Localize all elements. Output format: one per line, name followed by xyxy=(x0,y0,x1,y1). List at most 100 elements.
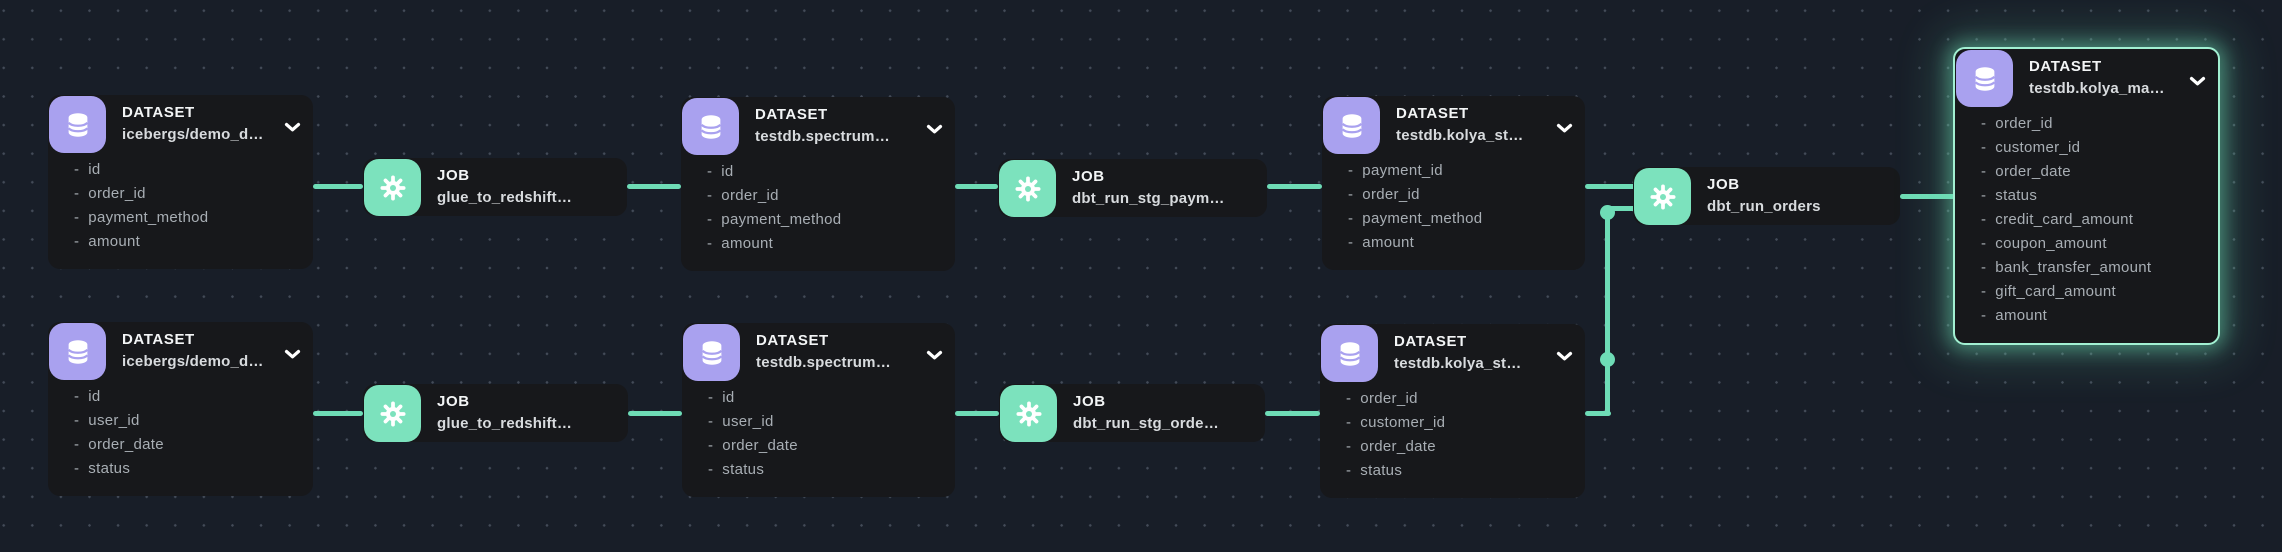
node-name: testdb.spectrum… xyxy=(755,127,917,147)
field-name: status xyxy=(722,458,764,482)
field-name: order_id xyxy=(88,182,145,206)
edge-connector xyxy=(627,184,681,189)
chevron-down-icon[interactable] xyxy=(926,124,943,135)
dataset-node-testdb-spectrum-orders[interactable]: DATASET testdb.spectrum… -id -user_id -o… xyxy=(682,323,955,497)
field-item: -customer_id xyxy=(1346,411,1571,435)
field-item: -order_date xyxy=(74,433,299,457)
field-item: -status xyxy=(1981,184,2204,208)
node-name: icebergs/demo_d… xyxy=(122,125,275,145)
field-item: -status xyxy=(74,457,299,481)
node-kind-label: JOB xyxy=(437,393,590,410)
field-item: -payment_method xyxy=(74,206,299,230)
gear-icon xyxy=(1000,385,1057,442)
database-icon xyxy=(682,98,739,155)
node-kind-label: DATASET xyxy=(1394,333,1547,350)
field-bullet: - xyxy=(1981,184,1986,208)
field-item: -id xyxy=(74,158,299,182)
field-bullet: - xyxy=(74,158,79,182)
gear-icon xyxy=(999,160,1056,217)
field-bullet: - xyxy=(74,182,79,206)
chevron-down-icon[interactable] xyxy=(284,349,301,360)
field-name: amount xyxy=(1362,231,1414,255)
field-list: -id -user_id -order_date - status xyxy=(682,386,955,497)
database-icon xyxy=(1956,50,2013,107)
field-name: amount xyxy=(1995,304,2047,328)
dataset-node-testdb-kolya-stg-orders[interactable]: DATASET testdb.kolya_st… -order_id -cust… xyxy=(1320,324,1585,498)
field-item: -amount xyxy=(1348,231,1571,255)
field-item: -payment_id xyxy=(1348,159,1571,183)
field-bullet: - xyxy=(74,409,79,433)
node-kind-label: DATASET xyxy=(122,104,275,121)
field-item: -order_date xyxy=(708,434,941,458)
dataset-node-testdb-spectrum-payments[interactable]: DATASET testdb.spectrum… -id -order_id -… xyxy=(681,97,955,271)
field-bullet: - xyxy=(1346,387,1351,411)
dataset-node-icebergs-demo-payments[interactable]: DATASET icebergs/demo_d… -id -order_id -… xyxy=(48,95,313,269)
chevron-down-icon[interactable] xyxy=(2189,76,2206,87)
field-bullet: - xyxy=(1981,256,1986,280)
dataset-node-testdb-kolya-marts-orders[interactable]: DATASET testdb.kolya_ma… -order_id -cust… xyxy=(1953,47,2220,345)
field-item: -payment_method xyxy=(707,208,941,232)
field-item: -order_date xyxy=(1981,160,2204,184)
field-bullet: - xyxy=(1346,459,1351,483)
chevron-down-icon[interactable] xyxy=(1556,351,1573,362)
job-node-glue-to-redshift-payments[interactable]: JOB glue_to_redshift… xyxy=(363,158,627,216)
field-name: id xyxy=(88,158,100,182)
field-item: -order_id xyxy=(1348,183,1571,207)
field-list: -id -order_id -payment_method -amount xyxy=(48,158,313,269)
field-item: -order_id xyxy=(74,182,299,206)
node-name: testdb.kolya_st… xyxy=(1394,354,1547,374)
field-bullet: - xyxy=(707,160,712,184)
field-item: -id xyxy=(74,385,299,409)
field-item: -user_id xyxy=(708,410,941,434)
job-node-glue-to-redshift-orders[interactable]: JOB glue_to_redshift… xyxy=(363,384,628,442)
field-item: -status xyxy=(1346,459,1571,483)
field-name: payment_id xyxy=(1362,159,1443,183)
field-name: order_date xyxy=(722,434,798,458)
job-node-dbt-run-stg-payments[interactable]: JOB dbt_run_stg_paym… xyxy=(998,159,1267,217)
field-name: bank_transfer_amount xyxy=(1995,256,2151,280)
field-bullet: - xyxy=(1981,136,1986,160)
database-icon xyxy=(1321,325,1378,382)
node-kind-label: DATASET xyxy=(756,332,917,349)
chevron-down-icon[interactable] xyxy=(926,350,943,361)
node-name: glue_to_redshift… xyxy=(437,188,589,208)
field-name: payment_method xyxy=(1362,207,1482,231)
field-bullet: - xyxy=(1348,207,1353,231)
chevron-down-icon[interactable] xyxy=(284,122,301,133)
field-name: customer_id xyxy=(1995,136,2080,160)
field-bullet: - xyxy=(1981,232,1986,256)
gear-icon xyxy=(364,385,421,442)
gear-icon xyxy=(364,159,421,216)
edge-connector xyxy=(313,184,363,189)
database-icon xyxy=(49,96,106,153)
node-name: glue_to_redshift… xyxy=(437,414,590,434)
field-item: -user_id xyxy=(74,409,299,433)
field-bullet: - xyxy=(1981,160,1986,184)
node-name: dbt_run_stg_paym… xyxy=(1072,189,1229,209)
field-name: order_id xyxy=(1360,387,1417,411)
database-icon xyxy=(683,324,740,381)
edge-connector xyxy=(955,184,998,189)
field-list: -order_id -customer_id -order_date -stat… xyxy=(1320,387,1585,498)
field-bullet: - xyxy=(1981,112,1986,136)
field-item: -id xyxy=(708,386,941,410)
job-node-dbt-run-orders[interactable]: JOB dbt_run_orders xyxy=(1633,167,1900,225)
lineage-canvas[interactable]: DATASET icebergs/demo_d… -id -order_id -… xyxy=(0,0,2282,552)
field-name: order_id xyxy=(721,184,778,208)
node-kind-label: DATASET xyxy=(755,106,917,123)
field-bullet: - xyxy=(707,184,712,208)
field-bullet: - xyxy=(1346,411,1351,435)
dataset-node-icebergs-demo-orders[interactable]: DATASET icebergs/demo_d… -id -user_id -o… xyxy=(48,322,313,496)
dataset-node-testdb-kolya-stg-payments[interactable]: DATASET testdb.kolya_st… -payment_id -or… xyxy=(1322,96,1585,270)
node-name: icebergs/demo_d… xyxy=(122,352,275,372)
field-bullet: - xyxy=(74,385,79,409)
field-name: order_id xyxy=(1995,112,2052,136)
edge-connector xyxy=(628,411,682,416)
field-bullet: - xyxy=(708,386,713,410)
field-name: user_id xyxy=(722,410,773,434)
field-name: id xyxy=(88,385,100,409)
job-node-dbt-run-stg-orders[interactable]: JOB dbt_run_stg_orde… xyxy=(999,384,1265,442)
node-name: testdb.kolya_st… xyxy=(1396,126,1547,146)
field-bullet: - xyxy=(707,232,712,256)
chevron-down-icon[interactable] xyxy=(1556,123,1573,134)
